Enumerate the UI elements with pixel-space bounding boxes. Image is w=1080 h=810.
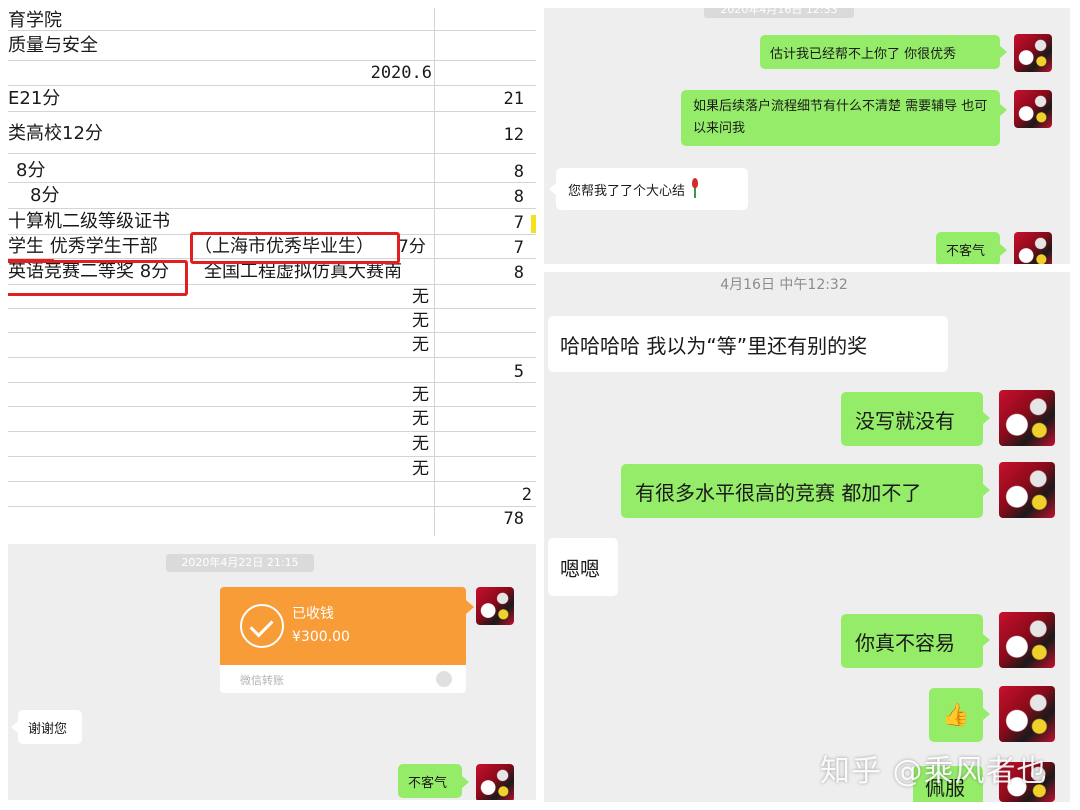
sheet-row-label: 类高校12分 xyxy=(8,123,103,144)
message-bubble-received[interactable]: 哈哈哈哈 我以为“等”里还有别的奖 xyxy=(548,316,948,372)
sheet-row-label: 8分 xyxy=(30,185,60,206)
message-bubble-sent[interactable]: 没写就没有 xyxy=(841,392,983,446)
highlight-box-shanghai-graduate xyxy=(190,232,400,264)
chat-timestamp: 2020年4月22日 21:15 xyxy=(166,554,314,572)
message-bubble-sent[interactable]: 👍 xyxy=(929,688,983,742)
message-bubble-sent[interactable]: 你真不容易 xyxy=(841,614,983,668)
chat-panel-bottom-left: 2020年4月22日 21:15 已收钱 ¥300.00 微信转账 谢谢您 不客… xyxy=(8,544,536,800)
message-text: 你真不容易 xyxy=(855,630,955,655)
chat-panel-top-right: 2020年4月16日 12:33 估计我已经帮不上你了 你很优秀 如果后续落户流… xyxy=(544,8,1070,264)
avatar[interactable] xyxy=(476,587,514,625)
sheet-header-1: 育学院 xyxy=(8,10,62,31)
sheet-row-value: 12 xyxy=(503,125,524,145)
sheet-cell-none: 无 xyxy=(412,409,429,429)
sheet-value-5: 5 xyxy=(513,362,524,382)
avatar[interactable] xyxy=(999,390,1055,446)
sheet-cell-none: 无 xyxy=(412,434,429,454)
message-text: 嗯嗯 xyxy=(560,556,600,581)
wechat-pay-icon xyxy=(436,671,452,687)
highlight-box-english-award xyxy=(8,260,188,296)
transfer-label: 微信转账 xyxy=(240,674,284,687)
avatar[interactable] xyxy=(999,612,1055,668)
message-bubble-sent[interactable]: 不客气 xyxy=(398,764,462,798)
sheet-row-score: 7分 xyxy=(398,237,426,257)
message-text: 不客气 xyxy=(946,243,986,259)
sheet-cell-none: 无 xyxy=(412,287,429,307)
sheet-cell-none: 无 xyxy=(412,335,429,355)
sheet-row-label: 十算机二级等级证书 xyxy=(8,211,170,232)
thumbs-up-emoji-icon: 👍 xyxy=(942,702,970,728)
message-bubble-received[interactable]: 嗯嗯 xyxy=(548,538,618,596)
sheet-header-2: 质量与安全 xyxy=(8,35,98,56)
message-bubble-sent[interactable]: 如果后续落户流程细节有什么不清楚 需要辅导 也可以来问我 xyxy=(681,90,1000,146)
message-text: 您帮我了了个大心结 xyxy=(568,183,686,199)
message-text: 没写就没有 xyxy=(855,408,955,433)
cell-highlight xyxy=(531,215,536,233)
sheet-row-label: 8分 xyxy=(16,160,46,181)
avatar[interactable] xyxy=(1014,34,1052,72)
highlight-underline xyxy=(8,234,54,262)
message-text: 估计我已经帮不上你了 你很优秀 xyxy=(770,46,957,62)
sheet-row-value: 7 xyxy=(513,213,524,233)
message-bubble-sent[interactable]: 有很多水平很高的竞赛 都加不了 xyxy=(621,464,983,518)
watermark: 知乎 @乘风者也 xyxy=(820,754,1048,789)
sheet-date: 2020.6 xyxy=(370,63,432,83)
sheet-row-value: 8 xyxy=(513,187,524,207)
chat-timestamp: 2020年4月16日 12:33 xyxy=(704,8,854,18)
sheet-row-value: 8 xyxy=(513,162,524,182)
sheet-row-value: 21 xyxy=(503,89,524,109)
chat-timestamp: 4月16日 中午12:32 xyxy=(720,277,848,293)
chat-panel-right: 4月16日 中午12:32 哈哈哈哈 我以为“等”里还有别的奖 没写就没有 有很… xyxy=(544,272,1070,802)
sheet-cell-none: 无 xyxy=(412,459,429,479)
sheet-row-label: E21分 xyxy=(8,88,61,109)
message-text: 谢谢您 xyxy=(28,721,68,737)
avatar[interactable] xyxy=(1014,232,1052,264)
avatar[interactable] xyxy=(476,764,514,800)
message-bubble-received[interactable]: 谢谢您 xyxy=(18,710,82,744)
avatar[interactable] xyxy=(999,462,1055,518)
transfer-card[interactable]: 已收钱 ¥300.00 微信转账 xyxy=(220,587,466,693)
message-text: 不客气 xyxy=(408,775,448,791)
avatar[interactable] xyxy=(999,686,1055,742)
message-bubble-sent[interactable]: 估计我已经帮不上你了 你很优秀 xyxy=(760,35,1000,69)
transfer-amount: ¥300.00 xyxy=(292,629,350,645)
message-text: 有很多水平很高的竞赛 都加不了 xyxy=(635,480,922,505)
sheet-value-2: 2 xyxy=(521,485,532,505)
checkmark-circle-icon xyxy=(240,604,284,648)
message-text: 哈哈哈哈 我以为“等”里还有别的奖 xyxy=(560,333,868,358)
message-bubble-sent[interactable]: 不客气 xyxy=(936,232,1000,264)
spreadsheet-panel: 育学院 质量与安全 2020.6 E21分 21 类高校12分 12 8分 8 … xyxy=(8,8,536,536)
sheet-cell-none: 无 xyxy=(412,311,429,331)
transfer-status: 已收钱 xyxy=(292,606,334,622)
sheet-row-value: 8 xyxy=(513,263,524,283)
rose-emoji-icon xyxy=(689,178,701,200)
sheet-row-value: 7 xyxy=(513,238,524,258)
message-bubble-received[interactable]: 您帮我了了个大心结 xyxy=(556,168,748,210)
sheet-row-label-extra: 全国工程虚拟仿真大赛南 xyxy=(204,261,402,282)
sheet-total: 78 xyxy=(503,509,524,529)
avatar[interactable] xyxy=(1014,90,1052,128)
sheet-cell-none: 无 xyxy=(412,385,429,405)
message-text: 如果后续落户流程细节有什么不清楚 需要辅导 也可以来问我 xyxy=(693,99,988,136)
